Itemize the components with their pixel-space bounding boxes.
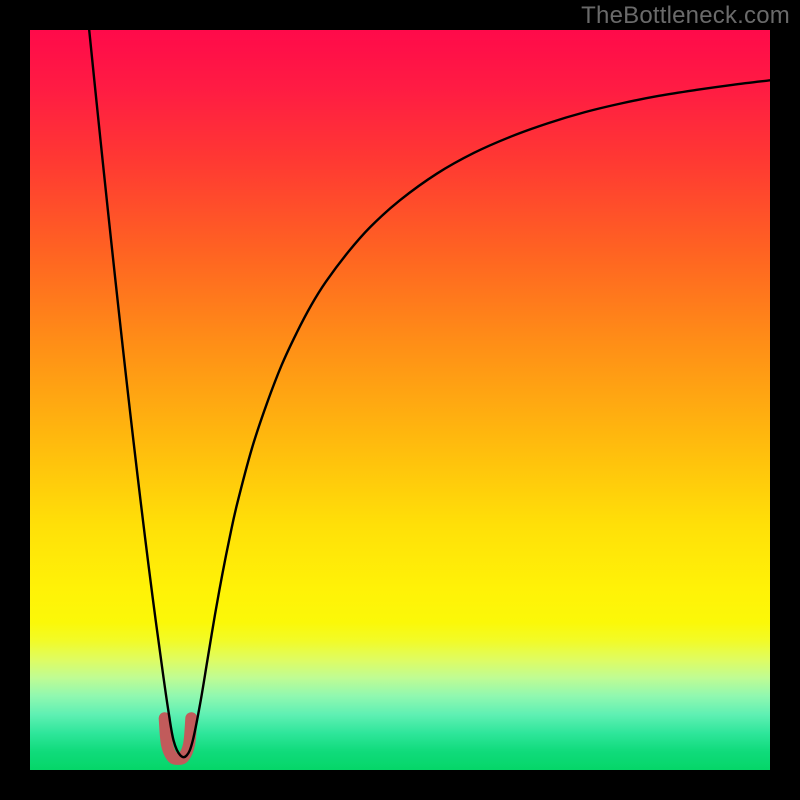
chart-outer-frame: TheBottleneck.com xyxy=(0,0,800,800)
attribution-text: TheBottleneck.com xyxy=(581,2,790,30)
plot-area xyxy=(30,30,770,770)
gradient-background xyxy=(30,30,770,770)
bottleneck-chart xyxy=(30,30,770,770)
